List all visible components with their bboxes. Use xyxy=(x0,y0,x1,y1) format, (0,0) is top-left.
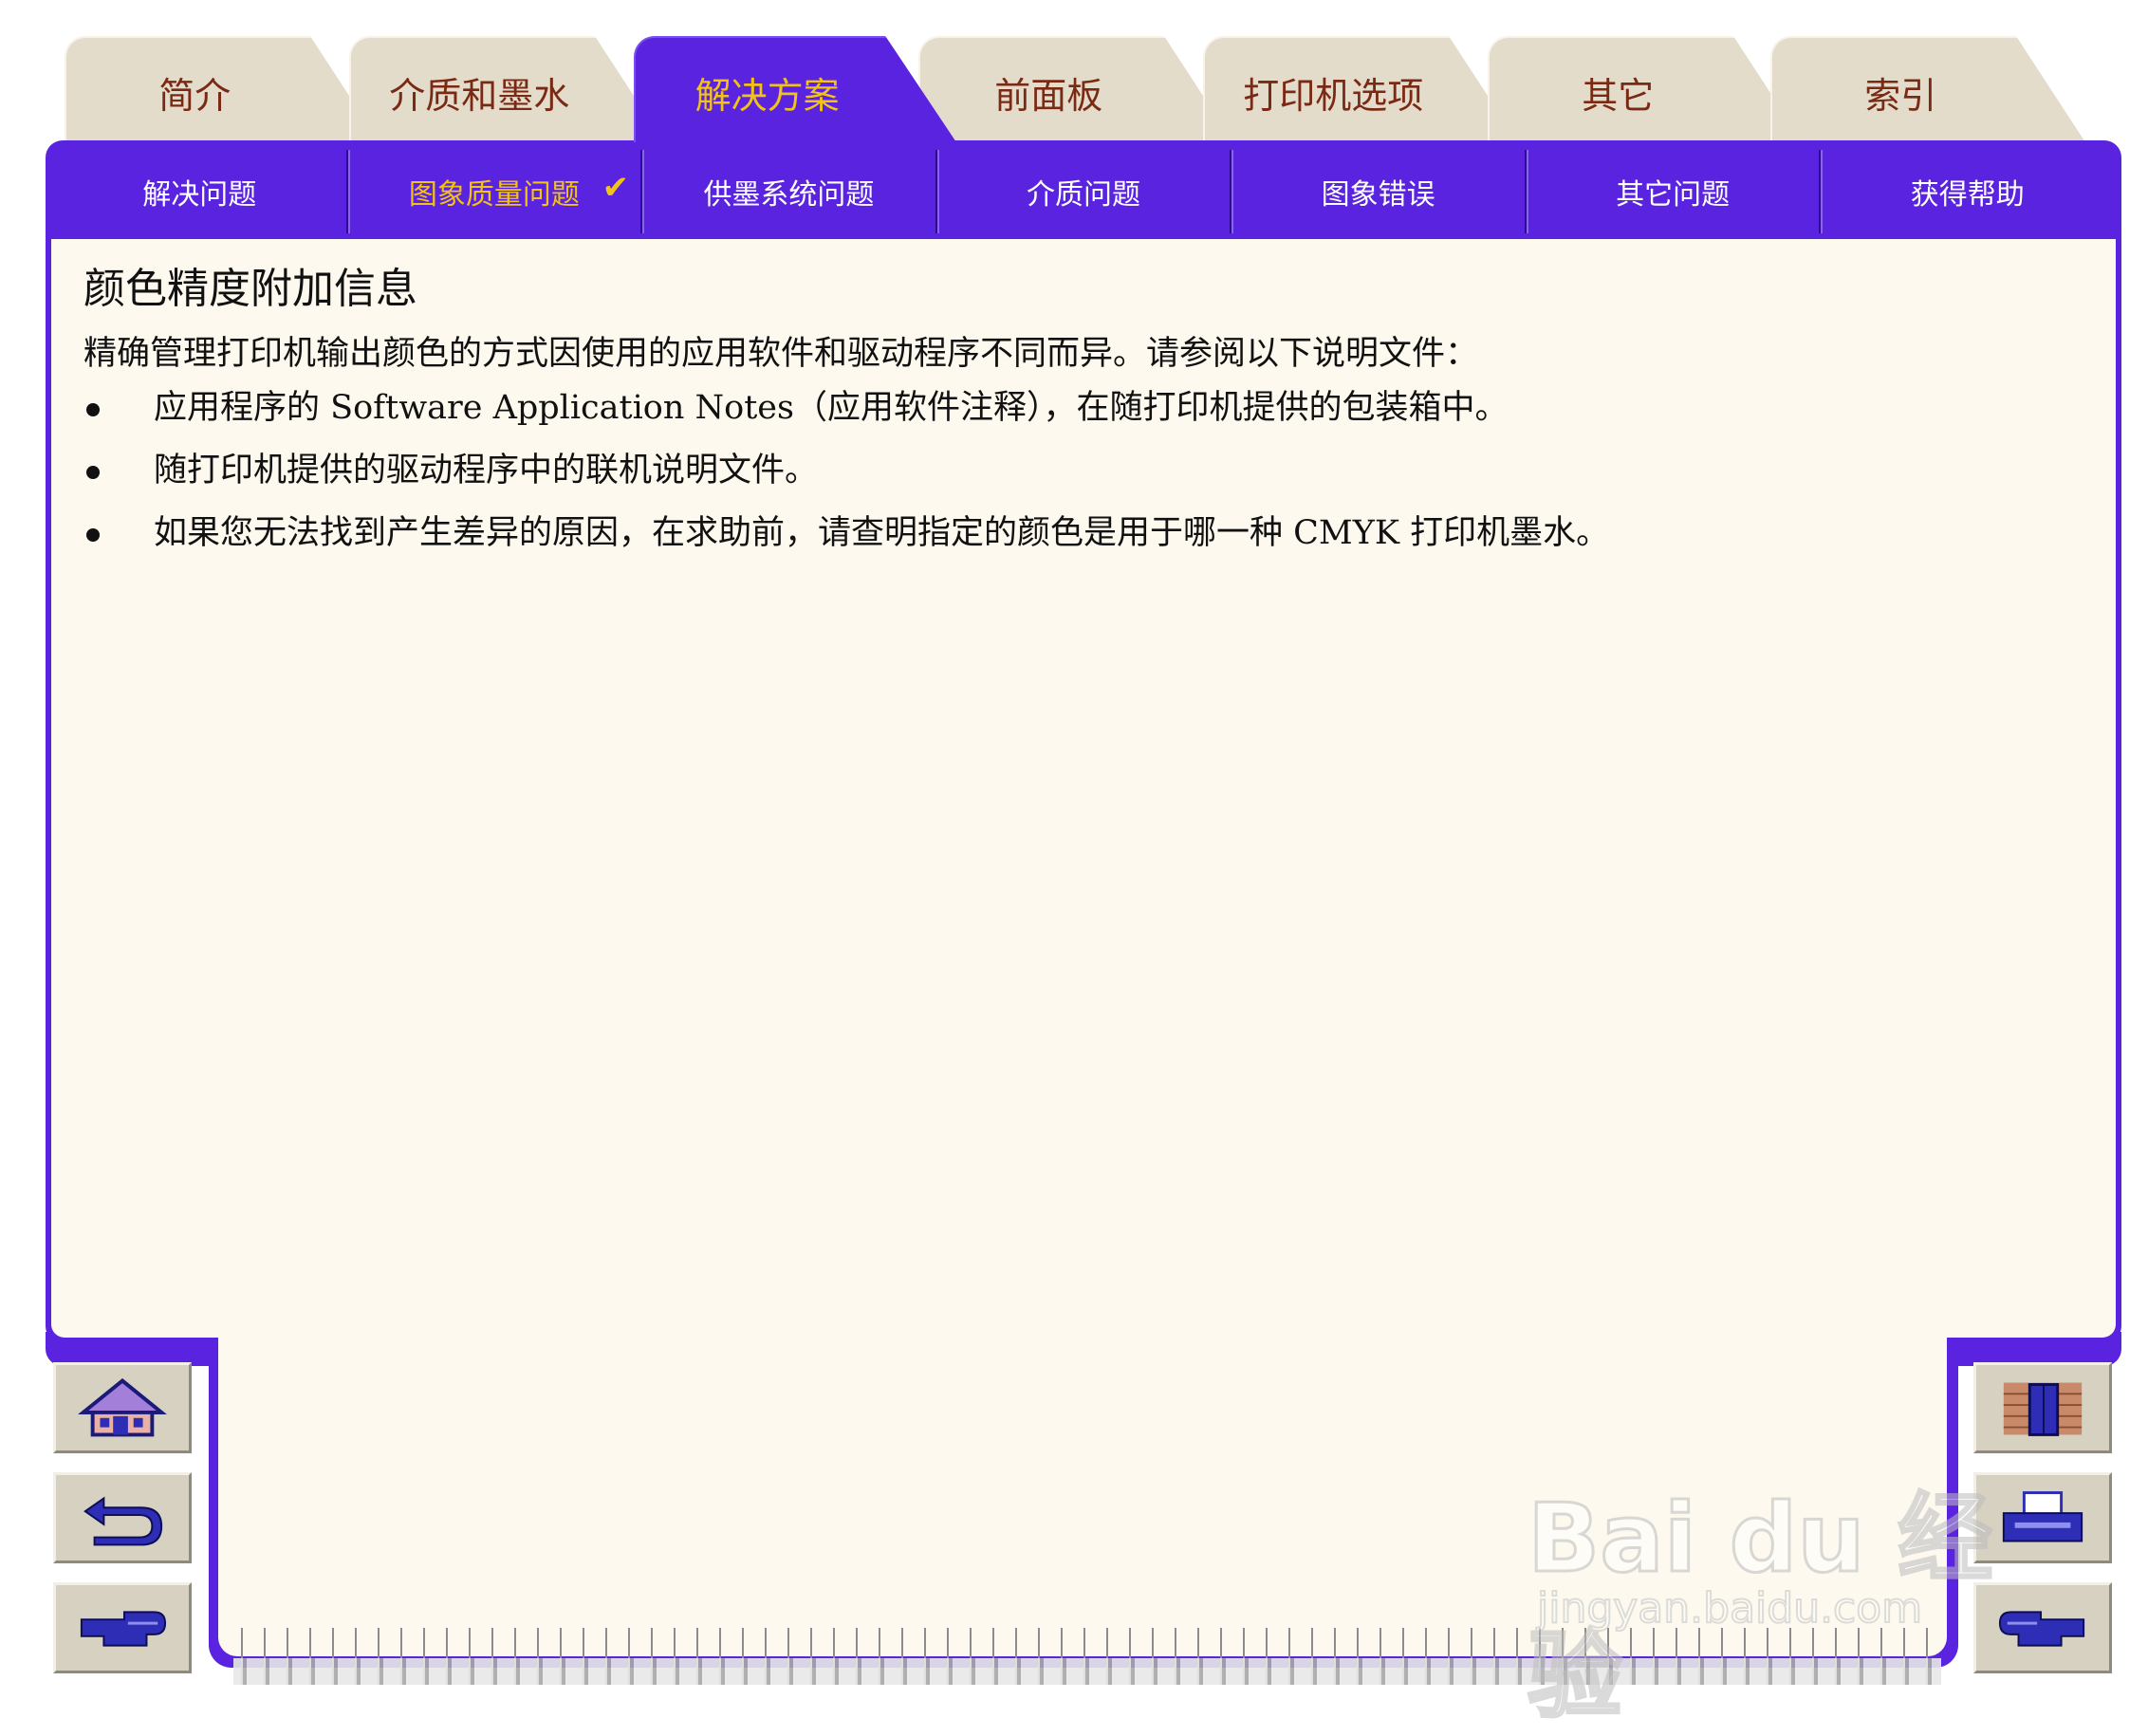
tab-label: 前面板 xyxy=(994,75,1103,117)
tab-label: 其它 xyxy=(1582,75,1655,117)
tab-other[interactable]: 其它 xyxy=(1488,36,1803,142)
tab-label: 解决方案 xyxy=(694,75,840,117)
bullet-list: 应用程序的 Software Application Notes（应用软件注释）… xyxy=(83,387,1609,575)
previous-page-icon xyxy=(1998,1611,2085,1647)
tab-index[interactable]: 索引 xyxy=(1770,36,2085,142)
content-panel-bottom xyxy=(218,1328,1947,1656)
subnav-label: 图象错误 xyxy=(1321,178,1435,212)
subnav-other-problems[interactable]: 其它问题 xyxy=(1524,150,1820,233)
spiral-binding-rings xyxy=(233,1658,1941,1685)
tab-front-panel[interactable]: 前面板 xyxy=(918,36,1233,142)
subnav-label: 介质问题 xyxy=(1027,178,1141,212)
printer-icon xyxy=(2002,1491,2083,1542)
sub-navigation-bar: 解决问题 图象质量问题 ✔ 供墨系统问题 介质问题 图象错误 其它问题 获得帮助 xyxy=(53,150,2114,233)
back-button[interactable] xyxy=(53,1472,192,1563)
list-item: 随打印机提供的驱动程序中的联机说明文件。 xyxy=(83,450,1609,512)
exit-door-icon xyxy=(2003,1382,2083,1436)
subnav-troubleshooting[interactable]: 解决问题 xyxy=(53,150,346,233)
subnav-label: 获得帮助 xyxy=(1910,178,2025,212)
tab-label: 简介 xyxy=(158,75,231,117)
tab-intro[interactable]: 简介 xyxy=(65,36,380,142)
subnav-media-problems[interactable]: 介质问题 xyxy=(935,150,1231,233)
subnav-label: 图象质量问题 xyxy=(408,178,580,212)
top-tab-bar: 简介 介质和墨水 解决方案 前面板 打印机选项 其它 索引 xyxy=(0,0,2148,142)
subnav-label: 解决问题 xyxy=(142,178,257,212)
home-button[interactable] xyxy=(53,1362,192,1453)
subnav-image-errors[interactable]: 图象错误 xyxy=(1230,150,1525,233)
subnav-label: 供墨系统问题 xyxy=(703,178,875,212)
checkmark-icon: ✔ xyxy=(602,169,630,207)
subnav-label: 其它问题 xyxy=(1616,178,1731,212)
tab-label: 索引 xyxy=(1864,75,1937,117)
list-item: 应用程序的 Software Application Notes（应用软件注释）… xyxy=(83,387,1609,450)
page-title: 颜色精度附加信息 xyxy=(83,265,417,313)
next-page-icon xyxy=(80,1611,167,1647)
tab-label: 介质和墨水 xyxy=(389,75,570,117)
list-item: 如果您无法找到产生差异的原因，在求助前，请查明指定的颜色是用于哪一种 CMYK … xyxy=(83,512,1609,575)
tab-solutions[interactable]: 解决方案 xyxy=(634,36,956,142)
print-button[interactable] xyxy=(1973,1472,2112,1563)
intro-paragraph: 精确管理打印机输出颜色的方式因使用的应用软件和驱动程序不同而异。请参阅以下说明文… xyxy=(83,335,1479,373)
tab-printer-options[interactable]: 打印机选项 xyxy=(1203,36,1518,142)
tab-label: 打印机选项 xyxy=(1243,75,1424,117)
exit-button[interactable] xyxy=(1973,1362,2112,1453)
next-page-button[interactable] xyxy=(53,1582,192,1673)
subnav-ink-system[interactable]: 供墨系统问题 xyxy=(640,150,935,233)
subnav-get-help[interactable]: 获得帮助 xyxy=(1819,150,2114,233)
previous-page-button[interactable] xyxy=(1973,1582,2112,1673)
subnav-image-quality[interactable]: 图象质量问题 ✔ xyxy=(345,150,641,233)
back-icon xyxy=(83,1496,163,1546)
home-icon xyxy=(78,1378,167,1437)
tab-media-ink[interactable]: 介质和墨水 xyxy=(349,36,664,142)
